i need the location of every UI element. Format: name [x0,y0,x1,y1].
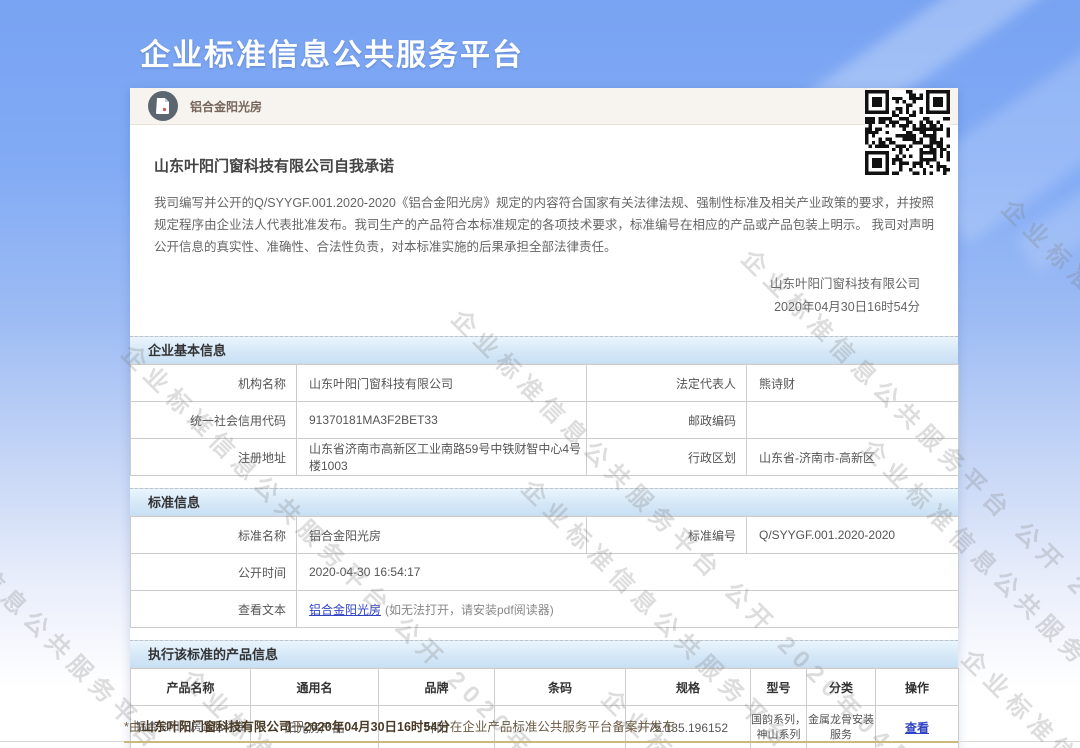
standard-badge-label: 铝合金阳光房 [190,98,262,115]
col-spec: 规格 [626,669,751,706]
value-standard-number: Q/SYYGF.001.2020-2020 [747,517,959,554]
watermark-text: 企业标准信息公共服务平台 公开 2020年04月30日16时54分 [995,190,1080,748]
standard-pdf-link[interactable]: 铝合金阳光房 [309,603,381,617]
product-table-header-row: 产品名称 通用名 品牌 条码 规格 型号 分类 操作 [131,669,959,706]
label-view-text: 查看文本 [131,591,297,628]
table-row: 查看文本 铝合金阳光房 (如无法打开，请安装pdf阅读器) [131,591,959,628]
view-text-cell: 铝合金阳光房 (如无法打开，请安装pdf阅读器) [297,591,959,628]
value-standard-name: 铝合金阳光房 [297,517,587,554]
document-card-header: 铝合金阳光房 [130,88,958,125]
table-row: 公开时间 2020-04-30 16:54:17 [131,554,959,591]
document-icon [148,91,178,121]
table-row: 标准名称 铝合金阳光房 标准编号 Q/SYYGF.001.2020-2020 [131,517,959,554]
col-generic-name: 通用名 [251,669,379,706]
value-postal-code [747,402,959,439]
footnote-mid: 于 [291,720,304,734]
label-credit-code: 统一社会信用代码 [131,402,297,439]
section-heading-product-info: 执行该标准的产品信息 [130,640,958,668]
platform-title: 企业标准信息公共服务平台 [140,30,524,74]
section-heading-standard-info: 标准信息 [130,488,958,516]
signature-company: 山东叶阳门窗科技有限公司 [130,273,920,297]
value-org-name: 山东叶阳门窗科技有限公司 [297,365,587,402]
label-standard-name: 标准名称 [131,517,297,554]
value-legal-rep: 熊诗财 [747,365,959,402]
watermark-text: 企业标准信息公共服务平台 公开 2020年04月30日16时54分 [955,640,1080,748]
qr-code [865,90,950,175]
table-row: 机构名称 山东叶阳门窗科技有限公司 法定代表人 熊诗财 [131,365,959,402]
footnote-prefix: *由 [124,720,141,734]
col-brand: 品牌 [379,669,495,706]
col-category: 分类 [807,669,876,706]
label-postal-code: 邮政编码 [587,402,747,439]
section-heading-basic-info: 企业基本信息 [130,336,958,364]
label-publish-time: 公开时间 [131,554,297,591]
table-row: 注册地址 山东省济南市高新区工业南路59号中铁财智中心4号楼1003 行政区划 … [131,439,959,476]
value-credit-code: 91370181MA3F2BET33 [297,402,587,439]
label-org-name: 机构名称 [131,365,297,402]
col-model: 型号 [751,669,807,706]
label-admin-division: 行政区划 [587,439,747,476]
footnote-datetime: 2020年04月30日16时54分 [304,720,450,734]
col-action: 操作 [876,669,959,706]
document-card: 铝合金阳光房 山东叶阳门窗科技有限公司自我承诺 我司编写并公开的Q/SYYGF.… [130,88,958,748]
commitment-title: 山东叶阳门窗科技有限公司自我承诺 [154,155,934,176]
label-standard-number: 标准编号 [587,517,747,554]
pdf-reader-note: (如无法打开，请安装pdf阅读器) [385,603,554,617]
signature-date: 2020年04月30日16时54分 [130,296,920,320]
table-row: 统一社会信用代码 91370181MA3F2BET33 邮政编码 [131,402,959,439]
col-barcode: 条码 [495,669,626,706]
commitment-body: 我司编写并公开的Q/SYYGF.001.2020-2020《铝合金阳光房》规定的… [154,193,934,259]
basic-info-table: 机构名称 山东叶阳门窗科技有限公司 法定代表人 熊诗财 统一社会信用代码 913… [130,364,959,476]
label-legal-rep: 法定代表人 [587,365,747,402]
value-publish-time: 2020-04-30 16:54:17 [297,554,959,591]
value-registered-address: 山东省济南市高新区工业南路59号中铁财智中心4号楼1003 [297,439,587,476]
standard-info-table: 标准名称 铝合金阳光房 标准编号 Q/SYYGF.001.2020-2020 公… [130,516,959,628]
background-streak [1016,68,1080,273]
value-admin-division: 山东省-济南市-高新区 [747,439,959,476]
footnote-suffix: 在企业产品标准公共服务平台备案并发布 [450,720,675,734]
footnote-company: 山东叶阳门窗科技有限公司 [141,720,291,734]
signature-block: 山东叶阳门窗科技有限公司 2020年04月30日16时54分 [130,273,920,321]
label-registered-address: 注册地址 [131,439,297,476]
filing-footnote: *由山东叶阳门窗科技有限公司于2020年04月30日16时54分在企业产品标准公… [124,716,958,743]
col-product-name: 产品名称 [131,669,251,706]
